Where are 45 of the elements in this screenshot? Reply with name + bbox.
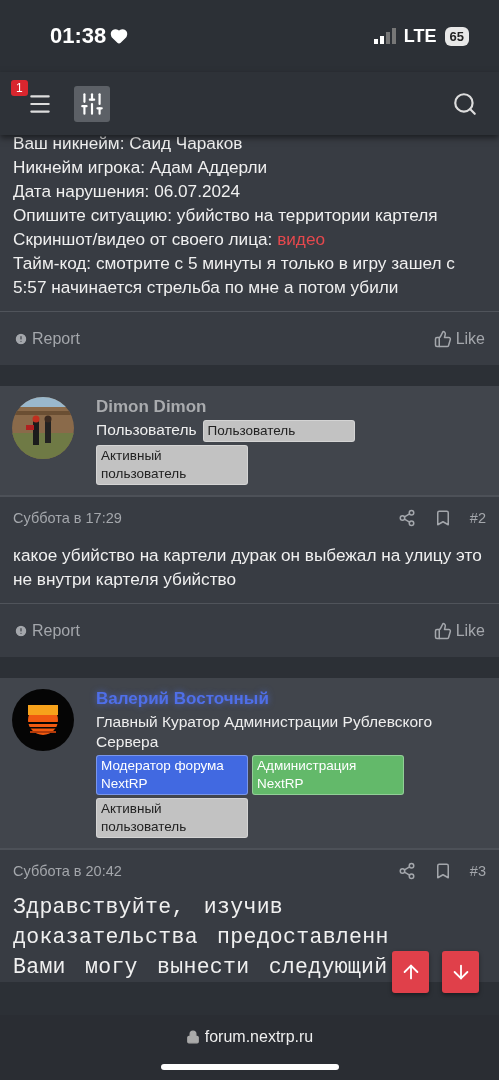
alert-icon [14,331,28,346]
post-text: Никнейм игрока: Адам Аддерли [13,156,269,179]
signal-icon [373,28,396,44]
user-banner: Администрация NextRP [252,755,404,795]
clock-time: 01:38 [50,23,107,49]
user-banner: Активный пользователь [96,445,248,485]
username-link[interactable]: Dimon Dimon [96,397,487,417]
post-number-link[interactable]: #2 [469,510,486,526]
network-label: LTE [403,25,437,47]
user-title: Пользователь [96,420,197,440]
user-banner: Модератор форума NextRP [96,755,248,795]
post-text: Тайм-код: смотрите с 5 минуты я только в игру зашел с 5:57 начинается стрельба по мне а потом убили [13,252,456,299]
post-text: Опишите ситуацию: убийство на территории картеля [13,204,439,227]
post-text-line: Вами могу вынести следующий [13,954,388,981]
notification-badge: 1 [11,79,28,96]
filter-button[interactable] [74,85,110,122]
like-link[interactable]: Like [433,329,485,348]
post-text: Ваш никнейм: Саид Чараков [13,135,244,155]
lock-icon [185,1030,200,1044]
share-icon[interactable] [397,862,416,880]
heart-icon [110,27,129,45]
post-number-link[interactable]: #3 [469,863,486,879]
post-text: Дата нарушения: 06.07.2024 [13,180,242,203]
post-text: какое убийство на картели дурак он выбежал на улицу это не внутри картеля убийство [13,544,483,591]
thumbs-up-icon [433,621,452,640]
alert-icon [14,623,28,638]
battery-level: 65 [444,26,469,46]
report-link[interactable]: Report [14,329,81,348]
post-text-line: доказательства предоставленн [13,924,389,951]
user-title: Главный Куратор Администрации Рублевского Сервера [96,712,433,752]
share-icon[interactable] [397,509,416,527]
video-link[interactable]: видео [277,229,326,249]
user-banner: Активный пользователь [96,798,248,838]
scroll-down-button[interactable] [442,951,479,993]
sliders-icon [79,90,105,117]
post-text-line: Здравствуйте, изучив [13,894,284,921]
post-date: Суббота в 20:42 [13,863,122,879]
post-text: Скриншот/видео от своего лица: видео [13,228,327,251]
like-link[interactable]: Like [433,621,485,640]
post-date: Суббота в 17:29 [13,510,122,526]
report-link[interactable]: Report [14,621,81,640]
thumbs-up-icon [433,329,452,348]
user-banner: Пользователь [202,420,355,442]
url-text: forum.nextrp.ru [204,1028,314,1046]
scroll-up-button[interactable] [392,951,429,993]
